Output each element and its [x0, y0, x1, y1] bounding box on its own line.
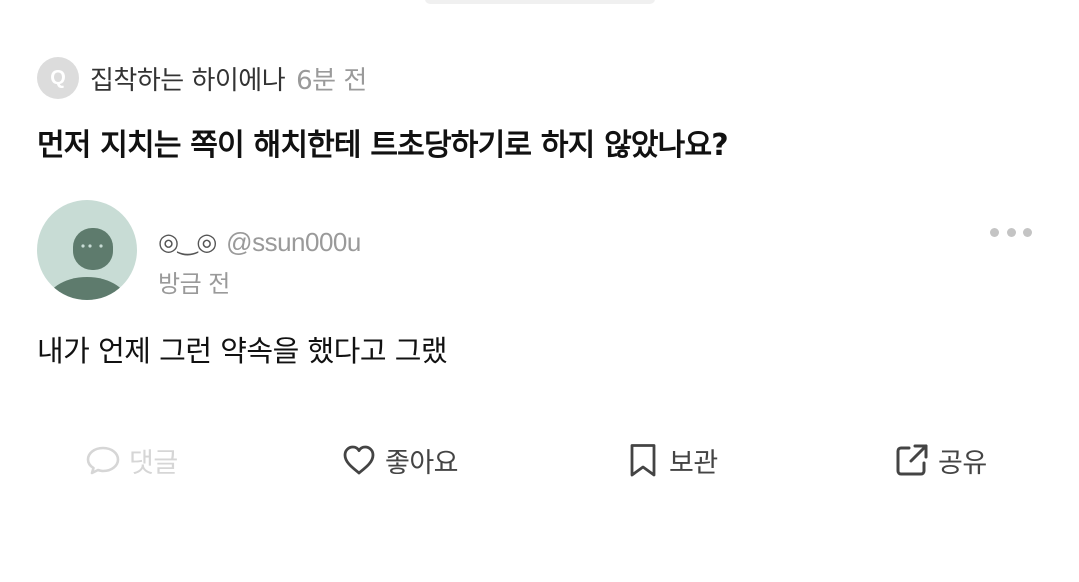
save-button[interactable]: 보관 — [625, 438, 718, 482]
more-options-button[interactable] — [990, 222, 1032, 242]
comment-icon — [85, 442, 121, 478]
question-time: 6분 전 — [296, 65, 367, 96]
question-badge-label: Q — [50, 66, 66, 89]
share-icon — [894, 442, 930, 478]
bookmark-icon — [625, 442, 661, 478]
avatar[interactable] — [37, 200, 137, 300]
answer-handle[interactable]: @ssun000u — [226, 227, 361, 258]
save-label: 보관 — [669, 447, 718, 479]
heart-icon — [341, 442, 377, 478]
question-author: 집착하는 하이에나 — [90, 65, 286, 96]
share-label: 공유 — [938, 447, 987, 479]
question-meta: Q 집착하는 하이에나 6분 전 — [37, 56, 367, 100]
more-dots-icon — [990, 227, 999, 237]
comment-label: 댓글 — [129, 447, 178, 479]
sheet-handle[interactable] — [425, 0, 655, 4]
answer-text: 내가 언제 그런 약속을 했다고 그랬 — [37, 334, 448, 368]
answer-time: 방금 전 — [158, 270, 230, 298]
share-button[interactable]: 공유 — [894, 438, 987, 482]
more-dot — [1023, 227, 1032, 237]
answer-display-name[interactable]: ◎‿◎ — [158, 228, 217, 256]
answer-meta: ◎‿◎ @ssun000u 방금 전 — [158, 222, 361, 299]
avatar-figure-icon — [45, 228, 129, 300]
like-button[interactable]: 좋아요 — [341, 438, 459, 482]
question-text: 먼저 지치는 쪽이 해치한테 트초당하기로 하지 않았나요? — [37, 128, 729, 163]
qa-card: Q 집착하는 하이에나 6분 전 먼저 지치는 쪽이 해치한테 트초당하기로 하… — [0, 0, 1079, 582]
comment-button[interactable]: 댓글 — [85, 438, 178, 482]
like-label: 좋아요 — [385, 447, 459, 479]
more-dot — [1006, 227, 1016, 237]
question-badge: Q — [37, 57, 79, 99]
answer-name-row: ◎‿◎ @ssun000u — [158, 222, 361, 262]
